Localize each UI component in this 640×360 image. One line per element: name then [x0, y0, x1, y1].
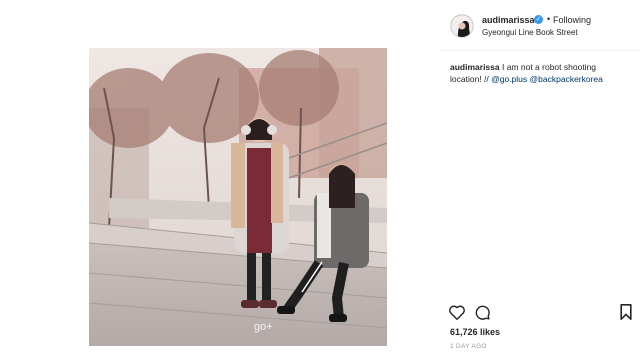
- follow-separator: •: [547, 14, 551, 24]
- post-photo[interactable]: go+: [89, 48, 387, 346]
- post-header: audimarissa ✓ • Following Gyeongui Line …: [440, 6, 640, 44]
- caption-mention-backpackerkorea[interactable]: @backpackerkorea: [530, 74, 603, 84]
- post-timestamp: 1 DAY AGO: [450, 343, 487, 350]
- avatar-image: [451, 15, 473, 37]
- comment-icon[interactable]: [474, 304, 491, 326]
- bookmark-icon[interactable]: [620, 304, 632, 325]
- likes-count[interactable]: 61,726 likes: [450, 327, 500, 337]
- post-location[interactable]: Gyeongui Line Book Street: [482, 28, 578, 37]
- caption-username[interactable]: audimarissa: [450, 62, 500, 72]
- heart-icon[interactable]: [448, 304, 466, 325]
- post-side-panel: audimarissa ✓ • Following Gyeongui Line …: [440, 0, 640, 360]
- header-divider: [440, 50, 640, 51]
- post-username[interactable]: audimarissa: [482, 15, 535, 25]
- post-photo-illustration: go+: [89, 48, 387, 346]
- following-button[interactable]: Following: [553, 15, 591, 25]
- verified-badge-icon: ✓: [534, 15, 543, 24]
- post-actions: [440, 302, 640, 324]
- caption-mention-goplus[interactable]: @go.plus: [491, 74, 527, 84]
- post-caption: audimarissa I am not a robot shooting lo…: [450, 61, 630, 85]
- photo-watermark: go+: [254, 321, 273, 333]
- avatar[interactable]: [450, 14, 474, 38]
